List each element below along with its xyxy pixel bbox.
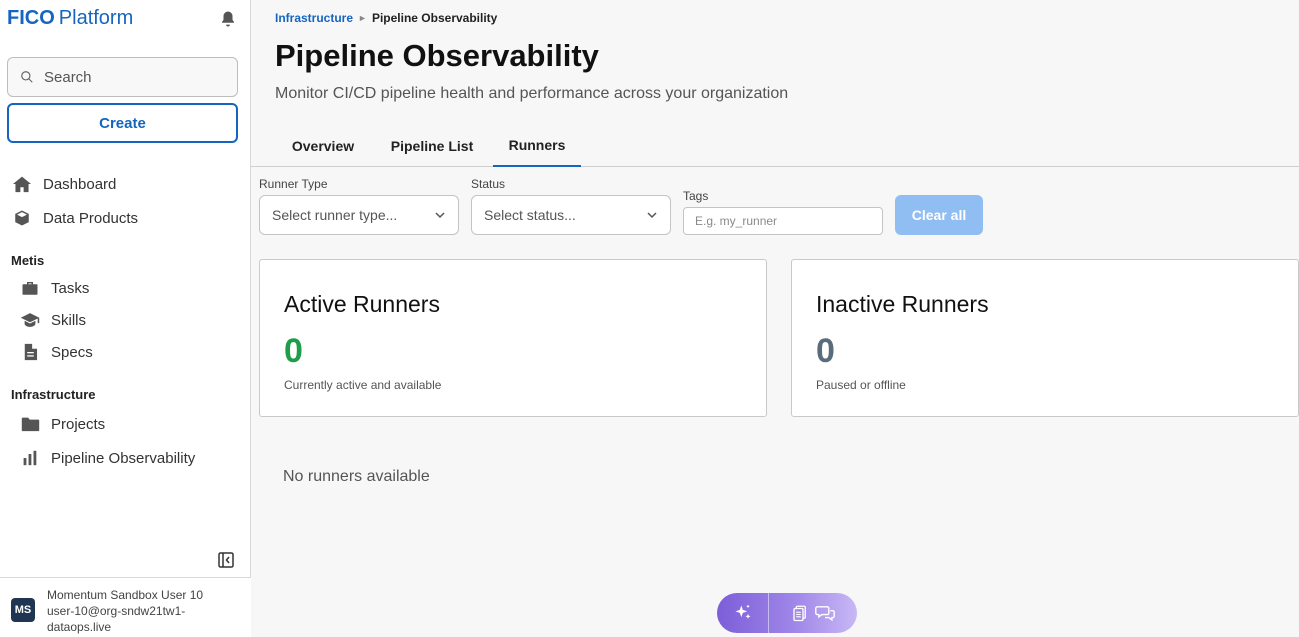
tab-pipeline-list[interactable]: Pipeline List xyxy=(375,125,489,167)
active-runners-count: 0 xyxy=(284,332,303,370)
search-input[interactable]: Search xyxy=(7,57,238,97)
runner-type-select[interactable]: Select runner type... xyxy=(259,195,459,235)
sidebar-item-label: Dashboard xyxy=(43,175,117,193)
section-title-infrastructure: Infrastructure xyxy=(11,387,96,402)
card-title: Active Runners xyxy=(284,291,440,317)
bar-chart-icon xyxy=(19,447,41,469)
brand-logo[interactable]: FICO Platform xyxy=(7,7,133,30)
status-placeholder: Select status... xyxy=(484,207,576,223)
collapse-sidebar-icon[interactable] xyxy=(218,552,234,568)
breadcrumb: Infrastructure ► Pipeline Observability xyxy=(275,11,497,25)
tab-overview[interactable]: Overview xyxy=(275,125,371,167)
inactive-runners-card: Inactive Runners 0 Paused or offline xyxy=(791,259,1299,417)
folder-icon xyxy=(19,413,41,435)
clipboard-icon[interactable] xyxy=(791,604,809,622)
sidebar: FICO Platform Search Create Dashboard Dat… xyxy=(0,0,251,637)
sidebar-item-data-products[interactable]: Data Products xyxy=(11,207,138,229)
graduation-cap-icon xyxy=(19,309,41,331)
user-profile[interactable]: MS Momentum Sandbox User 10 user-10@org-… xyxy=(0,577,251,637)
sidebar-item-label: Data Products xyxy=(43,209,139,227)
sidebar-item-tasks[interactable]: Tasks xyxy=(19,277,89,299)
runner-type-label: Runner Type xyxy=(259,177,328,191)
home-icon xyxy=(11,173,33,195)
sidebar-item-label: Projects xyxy=(51,415,106,433)
sidebar-item-label: Tasks xyxy=(51,279,90,297)
breadcrumb-current: Pipeline Observability xyxy=(371,11,498,25)
sidebar-item-specs[interactable]: Specs xyxy=(19,341,93,363)
inactive-runners-count: 0 xyxy=(816,332,835,370)
sidebar-item-label: Skills xyxy=(51,311,87,329)
user-name: Momentum Sandbox User 10 xyxy=(47,588,204,602)
create-button[interactable]: Create xyxy=(7,103,238,143)
tags-input[interactable] xyxy=(683,207,883,235)
search-icon xyxy=(21,71,33,83)
assistant-toolbar xyxy=(717,593,857,633)
cube-icon xyxy=(11,207,33,229)
status-label: Status xyxy=(471,177,506,191)
runner-type-placeholder: Select runner type... xyxy=(272,207,398,223)
clear-all-button[interactable]: Clear all xyxy=(895,195,983,235)
sidebar-item-skills[interactable]: Skills xyxy=(19,309,86,331)
status-select[interactable]: Select status... xyxy=(471,195,671,235)
tags-label: Tags xyxy=(683,189,709,203)
user-email: user-10@org-sndw21tw1-dataops.live xyxy=(47,604,186,634)
avatar: MS xyxy=(11,598,35,622)
file-icon xyxy=(19,341,41,363)
bell-icon[interactable] xyxy=(219,10,237,28)
breadcrumb-separator-icon: ► xyxy=(358,13,367,23)
ai-sparkle-button[interactable] xyxy=(717,593,769,633)
empty-state-message: No runners available xyxy=(283,468,430,485)
card-title: Inactive Runners xyxy=(816,291,989,317)
chevron-down-icon xyxy=(647,212,657,219)
sidebar-item-label: Specs xyxy=(51,343,93,361)
tab-bar: Overview Pipeline List Runners xyxy=(251,125,1299,167)
card-description: Paused or offline xyxy=(816,378,906,392)
chat-icon[interactable] xyxy=(815,604,835,622)
sidebar-item-dashboard[interactable]: Dashboard xyxy=(11,173,116,195)
chevron-down-icon xyxy=(435,212,445,219)
sparkle-icon xyxy=(735,604,750,619)
sidebar-item-pipeline-observability[interactable]: Pipeline Observability xyxy=(19,447,195,469)
breadcrumb-link-infrastructure[interactable]: Infrastructure xyxy=(275,11,353,25)
page-title: Pipeline Observability xyxy=(275,38,599,73)
sidebar-item-projects[interactable]: Projects xyxy=(19,413,105,435)
card-description: Currently active and available xyxy=(284,378,442,392)
search-placeholder: Search xyxy=(44,68,92,86)
page-subtitle: Monitor CI/CD pipeline health and perfor… xyxy=(275,85,789,102)
briefcase-icon xyxy=(19,277,41,299)
sidebar-item-label: Pipeline Observability xyxy=(51,449,196,467)
active-runners-card: Active Runners 0 Currently active and av… xyxy=(259,259,767,417)
tab-runners[interactable]: Runners xyxy=(493,125,581,167)
section-title-metis: Metis xyxy=(11,253,45,268)
